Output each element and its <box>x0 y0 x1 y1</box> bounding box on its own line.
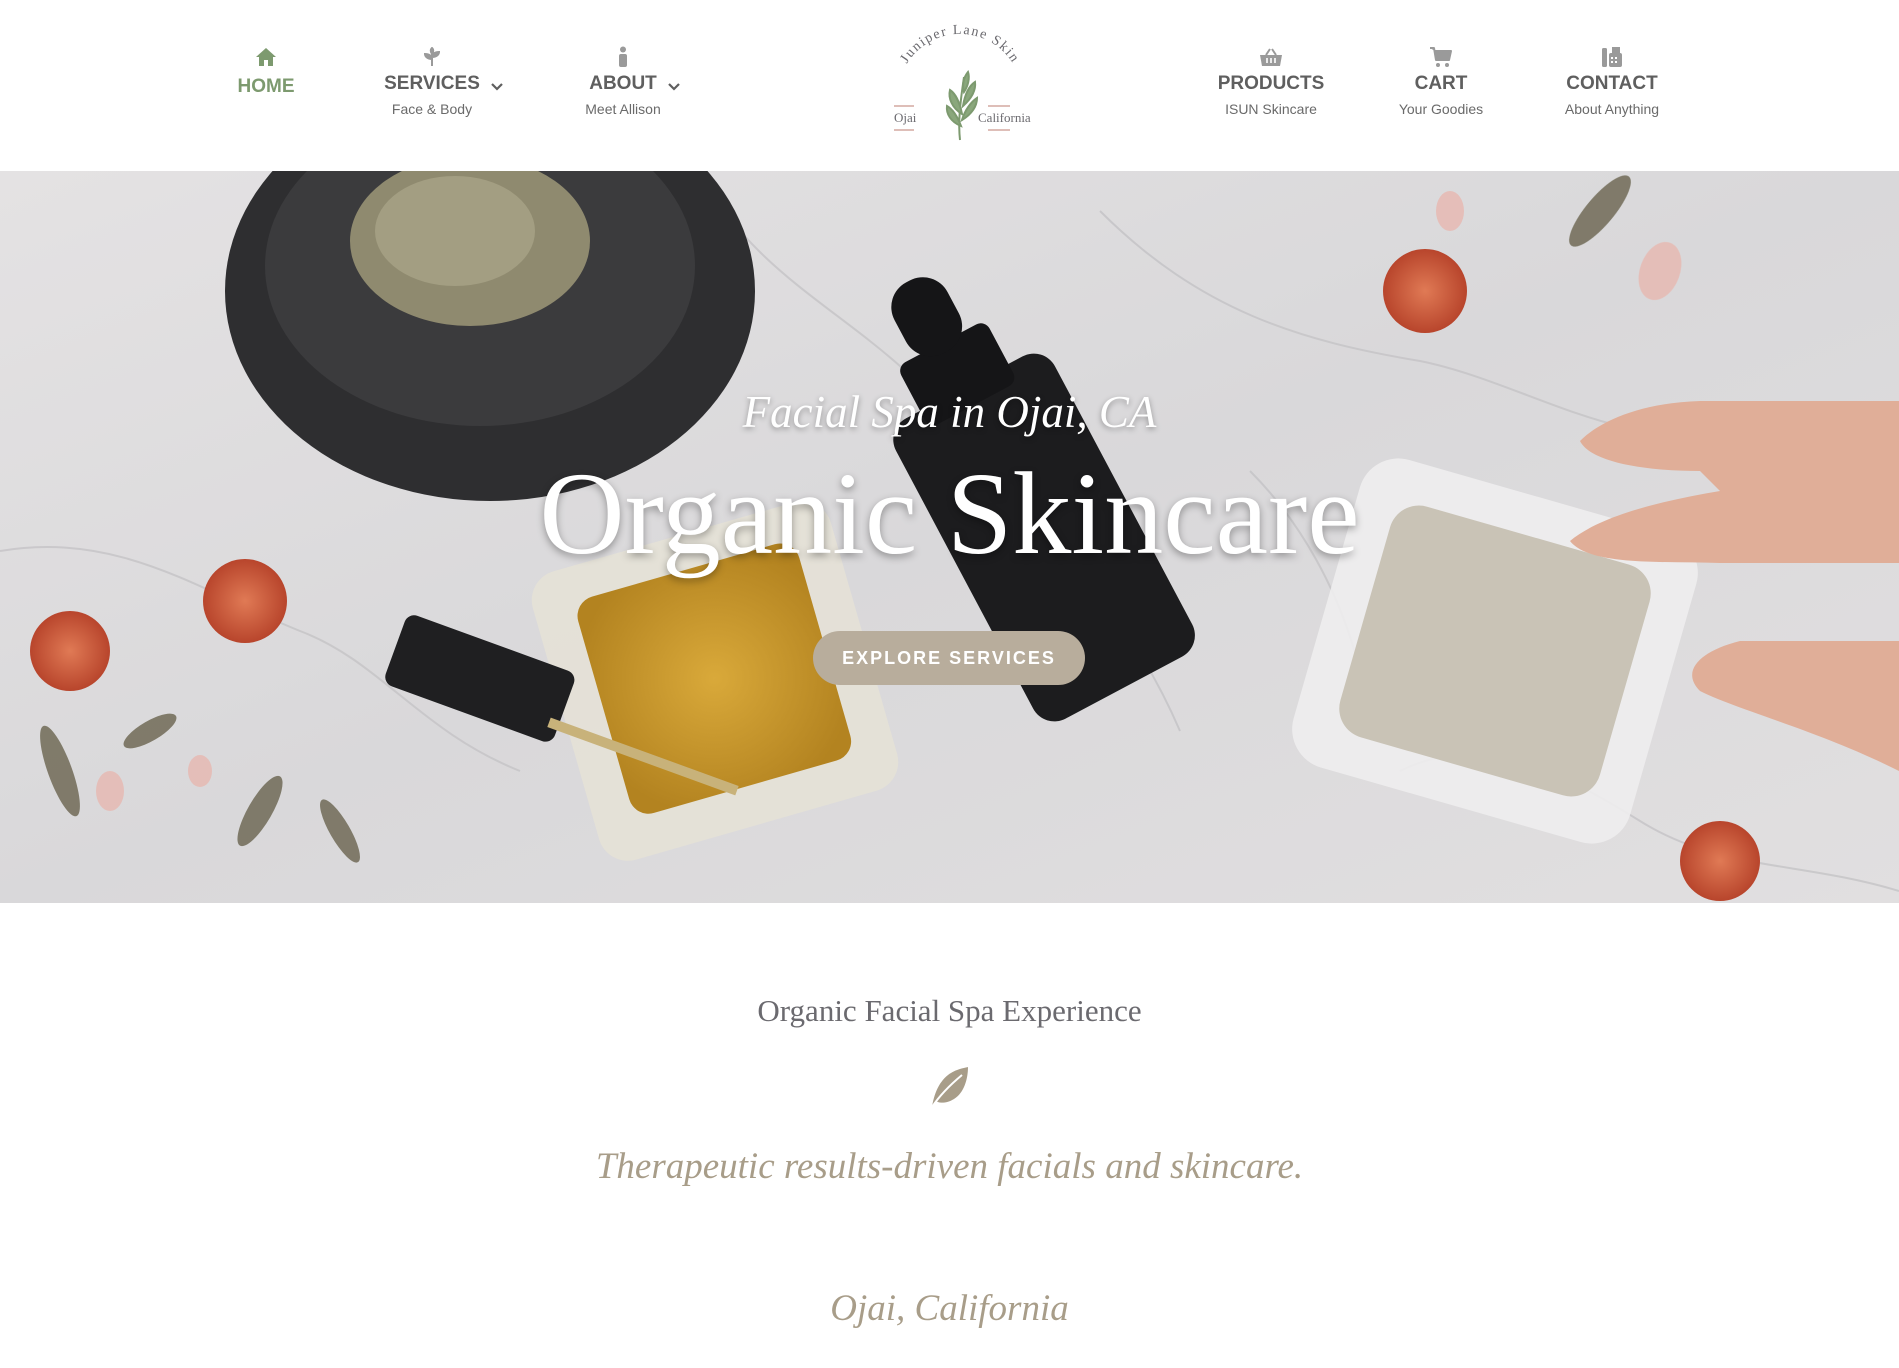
hero-title: Organic Skincare <box>539 448 1360 579</box>
nav-contact-sub: About Anything <box>1564 101 1660 117</box>
hero-banner: Facial Spa in Ojai, CA Organic Skincare … <box>0 171 1899 903</box>
chevron-down-icon[interactable] <box>489 79 505 95</box>
explore-services-button[interactable]: EXPLORE SERVICES <box>813 631 1085 685</box>
logo-arc-text: Juniper Lane Skin <box>898 23 1021 66</box>
chevron-down-icon[interactable] <box>666 79 682 95</box>
fax-icon <box>1600 45 1624 69</box>
nav-home[interactable]: HOME <box>181 45 351 98</box>
nav-about-sub: Meet Allison <box>585 101 661 117</box>
nav-services-sub: Face & Body <box>391 101 473 117</box>
nav-about-label: ABOUT <box>589 73 657 94</box>
svg-text:Juniper Lane Skin: Juniper Lane Skin <box>898 23 1023 66</box>
nav-contact-label: CONTACT <box>1566 73 1658 94</box>
nav-products-sub: ISUN Skincare <box>1225 101 1317 117</box>
leaf-icon <box>931 1067 968 1108</box>
home-icon <box>254 45 278 69</box>
plant-icon <box>420 45 444 69</box>
nav-cart[interactable]: CART Your Goodies <box>1356 45 1526 117</box>
intro-title: Organic Facial Spa Experience <box>757 993 1142 1028</box>
hero-subtitle: Facial Spa in Ojai, CA <box>742 387 1157 437</box>
person-icon <box>611 45 635 69</box>
intro-tagline: Therapeutic results-driven facials and s… <box>595 1146 1304 1187</box>
intro-location: Ojai, California <box>830 1288 1069 1329</box>
nav-services[interactable]: SERVICES Face & Body <box>347 45 517 117</box>
site-logo[interactable]: Juniper Lane Skin Ojai California <box>880 22 1040 148</box>
nav-about[interactable]: ABOUT Meet Allison <box>538 45 708 117</box>
nav-services-label: SERVICES <box>384 73 480 94</box>
nav-cart-sub: Your Goodies <box>1398 101 1484 117</box>
cart-icon <box>1429 45 1453 69</box>
logo-left-text: Ojai <box>894 110 917 125</box>
nav-products-label: PRODUCTS <box>1217 73 1325 94</box>
nav-home-label: HOME <box>237 76 295 97</box>
basket-icon <box>1259 45 1283 69</box>
site-header: HOME SERVICES Face & Body ABOUT Meet All… <box>0 0 1899 171</box>
logo-right-text: California <box>978 110 1031 125</box>
nav-cart-label: CART <box>1414 73 1468 94</box>
nav-contact[interactable]: CONTACT About Anything <box>1527 45 1697 117</box>
nav-products[interactable]: PRODUCTS ISUN Skincare <box>1186 45 1356 117</box>
